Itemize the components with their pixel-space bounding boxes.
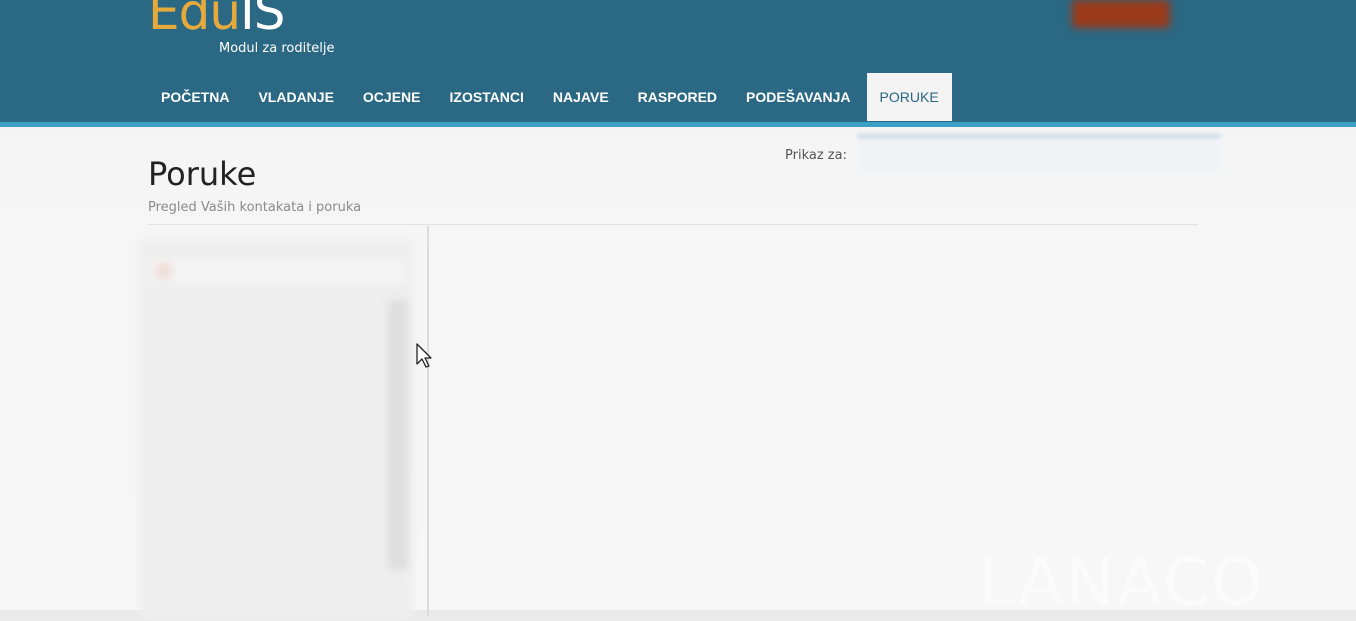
main-nav: POČETNA VLADANJE OCJENE IZOSTANCI NAJAVE… [148, 73, 952, 121]
page-title: Poruke [148, 155, 257, 193]
lanaco-watermark: LANACO [978, 544, 1265, 621]
nav-item-vladanje[interactable]: VLADANJE [245, 73, 346, 121]
panel-divider [427, 226, 429, 616]
page-subtitle: Pregled Vaših kontakata i poruka [148, 200, 362, 215]
contacts-header[interactable] [150, 258, 405, 284]
contacts-icon [156, 263, 172, 279]
arrow-cursor-icon [415, 343, 433, 373]
nav-item-poruke[interactable]: PORUKE [866, 73, 952, 121]
title-divider [148, 224, 1198, 225]
contacts-scrollbar[interactable] [388, 300, 408, 570]
logo-subtitle: Modul za roditelje [219, 41, 335, 56]
logo-text-is: IS [240, 0, 285, 41]
contacts-panel [140, 240, 413, 620]
nav-item-ocjene[interactable]: OCJENE [350, 73, 434, 121]
logo-text-edu: Edu [148, 0, 241, 41]
nav-item-podesavanja[interactable]: PODEŠAVANJA [733, 73, 864, 121]
edu-is-logo[interactable]: EduIS [148, 0, 286, 42]
prikaz-za-label: Prikaz za: [785, 148, 847, 163]
nav-item-izostanci[interactable]: IZOSTANCI [437, 73, 537, 121]
app-header: EduIS Modul za roditelje POČETNA VLADANJ… [0, 0, 1356, 127]
nav-item-pocetna[interactable]: POČETNA [148, 73, 242, 121]
nav-item-najave[interactable]: NAJAVE [540, 73, 622, 121]
nav-item-raspored[interactable]: RASPORED [625, 73, 730, 121]
student-select-dropdown[interactable] [857, 134, 1221, 172]
header-action-button[interactable] [1072, 0, 1170, 28]
